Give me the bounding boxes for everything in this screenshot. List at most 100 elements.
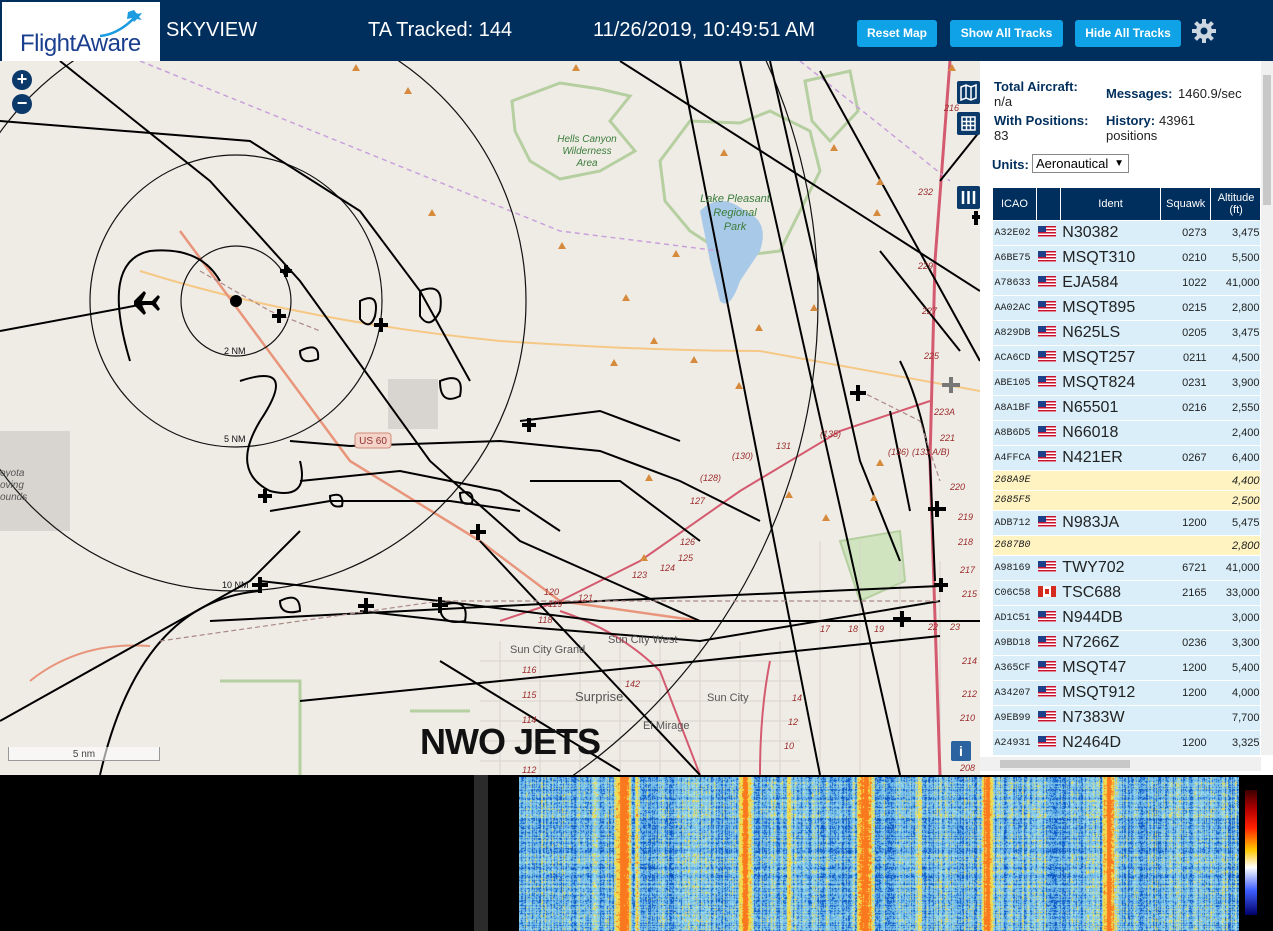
us-flag-icon: [1038, 426, 1057, 437]
table-row[interactable]: A32E02 N30382 0273 3,475: [992, 220, 1260, 246]
table-row[interactable]: ACA6CD MSQT257 0211 4,500: [992, 345, 1260, 371]
icao-cell: A9EB99: [992, 705, 1037, 731]
aircraft-table-wrap[interactable]: ICAO Ident Squawk Altitude (ft) A32E02 N3…: [992, 187, 1260, 757]
map-watermark-text: NWO JETS: [420, 721, 601, 762]
table-row[interactable]: ADB712 N983JA 1200 5,475: [992, 510, 1260, 536]
history-value: 43961: [1159, 113, 1196, 128]
icao-cell: A9BD18: [992, 630, 1037, 656]
icao-cell: AA02AC: [992, 295, 1037, 321]
squawk-cell: [1160, 470, 1211, 491]
us-flag-icon: [1038, 686, 1057, 697]
flag-cell: [1036, 490, 1061, 511]
altitude-cell: 3,325: [1210, 730, 1260, 756]
reset-map-button[interactable]: Reset Map: [857, 20, 937, 47]
grid-layer-button[interactable]: [957, 112, 980, 135]
table-row[interactable]: A8B6D5 N66018 2,400: [992, 420, 1260, 446]
ident-cell: MSQT824: [1060, 370, 1161, 396]
zoom-in-button[interactable]: +: [12, 70, 32, 90]
land-area: [388, 379, 438, 429]
ident-cell: N421ER: [1060, 445, 1161, 471]
el-mirage-label: El Mirage: [643, 720, 689, 732]
panel-divider: [474, 775, 488, 931]
hide-all-tracks-button[interactable]: Hide All Tracks: [1075, 20, 1181, 47]
svg-text:221: 221: [939, 433, 955, 443]
table-row[interactable]: 268A9E 4,400: [992, 470, 1260, 491]
units-selected-value: Aeronautical: [1036, 156, 1109, 171]
icao-cell: 2685F5: [992, 490, 1037, 511]
coyota-label-1: oyota: [0, 468, 25, 479]
hells-canyon-label-1: Hells Canyon: [557, 134, 617, 145]
col-squawk[interactable]: Squawk: [1160, 187, 1212, 221]
flag-cell: [1036, 220, 1061, 246]
table-row[interactable]: A24931 N2464D 1200 3,325: [992, 730, 1260, 756]
flag-cell: [1036, 420, 1061, 446]
icao-cell: A8B6D5: [992, 420, 1037, 446]
svg-text:(136): (136): [888, 447, 909, 457]
spectrum-panel: [0, 775, 1273, 931]
table-row[interactable]: A78633 EJA584 1022 41,000: [992, 270, 1260, 296]
messages-label: Messages:: [1106, 86, 1173, 101]
col-flag[interactable]: [1035, 187, 1061, 221]
svg-text:120: 120: [544, 587, 559, 597]
lake-pleasant-label-1: Lake Pleasant: [700, 193, 771, 205]
scrollbar-thumb[interactable]: [1263, 75, 1271, 205]
table-row[interactable]: A34207 MSQT912 1200 4,000: [992, 680, 1260, 706]
altitude-cell: 5,500: [1210, 245, 1260, 271]
altitude-cell: 3,000: [1210, 605, 1260, 631]
gear-icon[interactable]: [1191, 18, 1217, 44]
units-select[interactable]: Aeronautical ▼: [1032, 154, 1129, 173]
altitude-cell: 41,000: [1210, 270, 1260, 296]
squawk-cell: 0205: [1160, 320, 1211, 346]
table-row[interactable]: C06C58 TSC688 2165 33,000: [992, 580, 1260, 606]
table-row[interactable]: A9BD18 N7266Z 0236 3,300: [992, 630, 1260, 656]
us-flag-icon: [1038, 611, 1057, 622]
icao-cell: 268A9E: [992, 470, 1037, 491]
app-name: SKYVIEW: [166, 19, 258, 41]
table-row[interactable]: A6BE75 MSQT310 0210 5,500: [992, 245, 1260, 271]
table-row[interactable]: A9EB99 N7383W 7,700: [992, 705, 1260, 731]
squawk-cell: 1200: [1160, 655, 1211, 681]
coyota-label-3: ounds: [0, 492, 27, 503]
column-toggle-button[interactable]: [957, 186, 980, 209]
header-bar: FlightAware SKYVIEW TA Tracked: 144 11/2…: [0, 0, 1273, 61]
icao-cell: ACA6CD: [992, 345, 1037, 371]
table-row[interactable]: A8A1BF N65501 0216 2,550: [992, 395, 1260, 421]
table-row[interactable]: A829DB N625LS 0205 3,475: [992, 320, 1260, 346]
altitude-cell: 4,000: [1210, 680, 1260, 706]
ident-cell: [1060, 490, 1161, 511]
icao-cell: ADB712: [992, 510, 1037, 536]
table-row[interactable]: AD1C51 N944DB 3,000: [992, 605, 1260, 631]
sidebar-vertical-scrollbar[interactable]: [1261, 61, 1273, 755]
svg-text:19: 19: [874, 624, 884, 634]
icao-cell: A98169: [992, 555, 1037, 581]
surprise-label: Surprise: [575, 689, 623, 704]
col-ident[interactable]: Ident: [1059, 187, 1162, 221]
squawk-cell: 1022: [1160, 270, 1211, 296]
range-label-10nm: 10 NM: [222, 580, 249, 590]
show-all-tracks-button[interactable]: Show All Tracks: [950, 20, 1063, 47]
ident-cell: MSQT895: [1060, 295, 1161, 321]
table-row[interactable]: ABE105 MSQT824 0231 3,900: [992, 370, 1260, 396]
range-label-2nm: 2 NM: [224, 346, 246, 356]
col-altitude[interactable]: Altitude (ft): [1210, 187, 1260, 221]
col-icao[interactable]: ICAO: [992, 187, 1037, 221]
info-button[interactable]: i: [951, 741, 971, 761]
zoom-out-button[interactable]: −: [12, 94, 32, 114]
table-row[interactable]: AA02AC MSQT895 0215 2,800: [992, 295, 1260, 321]
flightaware-logo[interactable]: FlightAware: [2, 2, 160, 61]
table-row[interactable]: 2685F5 2,500: [992, 490, 1260, 511]
map-layer-button[interactable]: [957, 81, 980, 104]
ident-cell: N625LS: [1060, 320, 1161, 346]
table-row[interactable]: 2687B0 2,800: [992, 535, 1260, 556]
table-row[interactable]: A365CF MSQT47 1200 5,400: [992, 655, 1260, 681]
flag-cell: [1036, 655, 1061, 681]
squawk-cell: 1200: [1160, 730, 1211, 756]
icao-cell: A34207: [992, 680, 1037, 706]
svg-text:225: 225: [923, 351, 940, 361]
table-row[interactable]: A98169 TWY702 6721 41,000: [992, 555, 1260, 581]
map-view[interactable]: Hells Canyon Wilderness Area Lake Pleasa…: [0, 61, 980, 775]
flag-cell: [1036, 470, 1061, 491]
sidebar-horizontal-scrollbar[interactable]: [980, 757, 1261, 771]
table-row[interactable]: A4FFCA N421ER 0267 6,400: [992, 445, 1260, 471]
scrollbar-thumb[interactable]: [1000, 760, 1130, 768]
